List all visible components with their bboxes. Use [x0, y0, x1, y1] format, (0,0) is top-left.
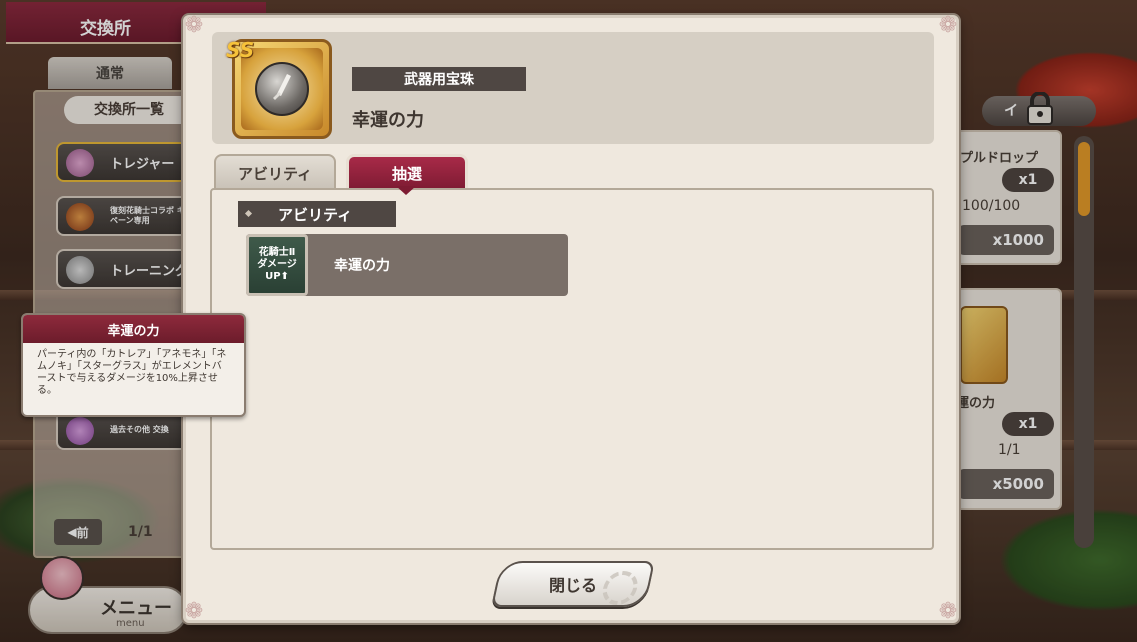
gear-icon: [599, 571, 641, 605]
corner-ornament: ❁: [938, 599, 958, 624]
tooltip-title: 幸運の力: [23, 315, 244, 343]
ability-icon-line: UP⬆: [265, 271, 289, 282]
section-label-text: アビリティ: [278, 205, 353, 224]
sword-emblem-icon: [273, 74, 291, 100]
close-button[interactable]: 閉じる: [491, 561, 655, 607]
rank-badge: SS: [226, 38, 255, 62]
tab-lottery[interactable]: 抽選: [346, 154, 468, 190]
corner-ornament: ❁: [938, 13, 958, 38]
item-detail-modal: ❁ ❁ ❁ ❁ SS 武器用宝珠 幸運の力 アビリティ 抽選 アビリティ 花騎士…: [183, 13, 959, 624]
diamond-icon: [244, 209, 253, 218]
damage-up-icon: 花騎士Ⅱ ダメージ UP⬆: [246, 234, 308, 296]
tab-ability[interactable]: アビリティ: [214, 154, 336, 190]
tooltip-description: パーティ内の「カトレア」「アネモネ」「ネムノキ」「スターグラス」がエレメントバー…: [37, 349, 227, 396]
ability-name: 幸運の力: [334, 258, 390, 274]
item-category: 武器用宝珠: [352, 67, 526, 91]
ability-icon-line: ダメージ: [257, 259, 297, 270]
ability-tooltip: 幸運の力 パーティ内の「カトレア」「アネモネ」「ネムノキ」「スターグラス」がエレ…: [21, 313, 246, 417]
corner-ornament: ❁: [184, 13, 204, 38]
item-name: 幸運の力: [352, 110, 424, 131]
ability-row[interactable]: 花騎士Ⅱ ダメージ UP⬆ 幸運の力: [246, 234, 568, 296]
tab-active-pointer: [396, 186, 416, 195]
corner-ornament: ❁: [184, 599, 204, 624]
close-button-label: 閉じる: [548, 576, 597, 595]
section-label: アビリティ: [238, 201, 396, 227]
tab-content-panel: アビリティ 花騎士Ⅱ ダメージ UP⬆ 幸運の力: [210, 188, 934, 550]
ability-icon-line: 花騎士Ⅱ: [258, 247, 296, 258]
orb-gem-icon: [255, 62, 309, 116]
